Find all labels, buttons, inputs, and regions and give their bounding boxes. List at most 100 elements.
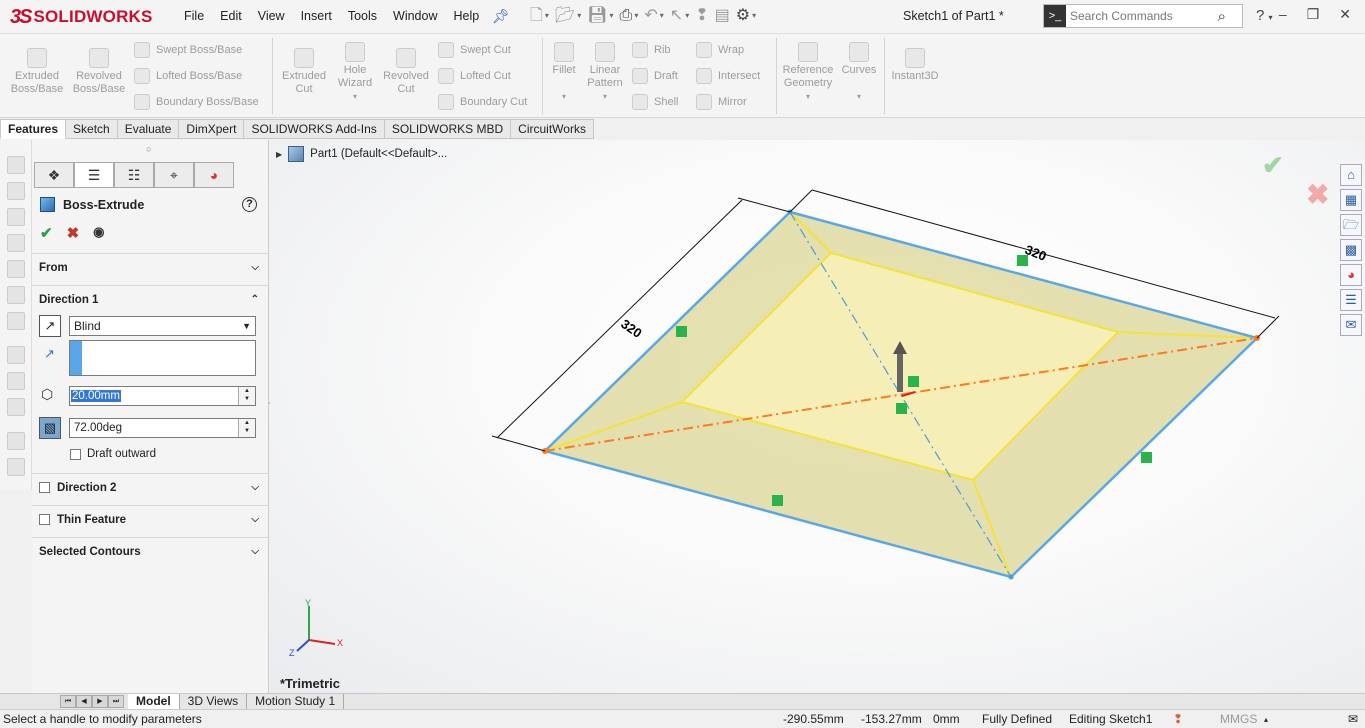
draft-on-off-icon[interactable]: ▧ <box>39 417 61 439</box>
custom-properties-icon[interactable]: ☰ <box>1340 289 1362 311</box>
unit-system[interactable]: MMGS <box>1220 710 1257 728</box>
forum-icon[interactable]: ✉ <box>1340 314 1362 336</box>
wrap-button[interactable]: Wrap <box>696 42 744 58</box>
unit-system-dropdown-icon[interactable]: ▴ <box>1264 710 1268 728</box>
zoom-to-area-icon[interactable]: ⌖ <box>652 140 660 142</box>
thin-feature-group-header[interactable]: Thin Feature ⌵ <box>32 505 269 533</box>
help-dropdown-icon[interactable]: ▾ <box>1269 13 1273 22</box>
cut-shortcut-icon[interactable] <box>7 260 25 278</box>
tab-model[interactable]: Model <box>128 694 180 709</box>
fillet-dropdown-icon[interactable]: ▾ <box>546 90 582 103</box>
boundary-cut-button[interactable]: Boundary Cut <box>438 94 527 110</box>
lofted-boss-button[interactable]: Lofted Boss/Base <box>134 68 242 84</box>
configuration-manager-tab[interactable]: ☷ <box>114 162 154 188</box>
next-tab-icon[interactable]: ▶ <box>92 695 108 708</box>
loft-shortcut-icon[interactable] <box>7 234 25 252</box>
graphics-area[interactable]: 320 320 ⌕ ⌖ ↶ ▧ ✦ ▣▾ ■▾ ◉▾ ● ◒▾ ▭▾ ◧ <box>270 140 1365 693</box>
linear-pattern-dropdown-icon[interactable]: ▾ <box>584 90 626 103</box>
new-icon[interactable]: 🗋 <box>530 6 543 26</box>
options-dropdown-icon[interactable]: ▾ <box>752 6 756 26</box>
draft-outward-checkbox[interactable]: Draft outward <box>70 448 156 460</box>
shell-button[interactable]: Shell <box>632 94 678 110</box>
select-icon[interactable]: ↖ <box>670 6 683 26</box>
view-palette-icon[interactable]: ▩ <box>1340 239 1362 261</box>
last-tab-icon[interactable]: ⏭ <box>108 695 124 708</box>
intersect-button[interactable]: Intersect <box>696 68 760 84</box>
hole-wizard-dropdown-icon[interactable]: ▾ <box>332 90 378 103</box>
draft-button[interactable]: Draft <box>632 68 678 84</box>
vertical-relation-icon[interactable] <box>676 326 687 337</box>
search-commands[interactable]: >_ Search Commands ⌕ <box>1043 4 1243 28</box>
ok-check-icon[interactable]: ✔ <box>40 224 53 242</box>
search-icon[interactable]: ⌕ <box>1218 8 1226 25</box>
prev-tab-icon[interactable]: ◀ <box>76 695 92 708</box>
zoom-to-fit-icon[interactable]: ⌕ <box>638 140 646 142</box>
direction2-checkbox[interactable] <box>39 482 50 493</box>
minimize-icon[interactable]: – <box>1279 6 1287 23</box>
preview-eye-icon[interactable]: ◉ <box>93 224 104 242</box>
midpoint-relation-icon[interactable] <box>908 376 919 387</box>
from-group-header[interactable]: From ⌵ <box>32 253 269 281</box>
open-dropdown-icon[interactable]: ▾ <box>577 6 581 26</box>
direction-selection-box[interactable] <box>69 340 256 376</box>
quick-tips-icon[interactable]: ✉ <box>1348 710 1358 728</box>
selected-contours-group-header[interactable]: Selected Contours ⌵ <box>32 537 269 565</box>
midpoint-relation-icon[interactable] <box>896 403 907 414</box>
revolved-boss-button[interactable]: Revolved Boss/Base <box>70 48 128 96</box>
pattern-shortcut-icon[interactable] <box>7 286 25 304</box>
fillet-shortcut-icon[interactable] <box>7 312 25 330</box>
end-condition-select[interactable]: Blind ▼ <box>69 316 256 336</box>
print-dropdown-icon[interactable]: ▾ <box>634 6 638 26</box>
expand-triangle-icon[interactable]: ▶ <box>276 150 282 159</box>
pin-icon[interactable]: 📌︎ <box>492 8 510 25</box>
tab-features[interactable]: Features <box>0 119 67 139</box>
display-manager-tab[interactable]: ◕ <box>194 162 234 188</box>
menu-file[interactable]: File <box>176 8 212 24</box>
revolved-cut-button[interactable]: Revolved Cut <box>380 48 432 96</box>
rib-button[interactable]: Rib <box>632 42 671 58</box>
view-orientation-icon[interactable]: ▣ <box>724 140 738 142</box>
extruded-boss-button[interactable]: Extruded Boss/Base <box>8 48 66 96</box>
menu-insert[interactable]: Insert <box>293 8 340 24</box>
hide-show-items-icon[interactable]: ◉ <box>779 140 792 142</box>
tab-solidworks-add-ins[interactable]: SOLIDWORKS Add-Ins <box>244 119 385 139</box>
swept-cut-button[interactable]: Swept Cut <box>438 42 511 58</box>
file-explorer-icon[interactable]: 🗁︎ <box>1340 214 1362 236</box>
curves-dropdown-icon[interactable]: ▾ <box>838 90 880 103</box>
horizontal-relation-icon[interactable] <box>1017 255 1028 266</box>
first-tab-icon[interactable]: ⏮ <box>60 695 76 708</box>
apply-scene-icon[interactable]: ◒ <box>824 140 833 142</box>
lofted-cut-button[interactable]: Lofted Cut <box>438 68 511 84</box>
tree-part-label[interactable]: Part1 (Default<<Default>... <box>310 148 447 160</box>
extrude-shortcut-icon[interactable] <box>7 156 25 174</box>
linear-pattern-button[interactable]: Linear Pattern ▾ <box>584 42 626 103</box>
revolve-shortcut-icon[interactable] <box>7 182 25 200</box>
swept-boss-button[interactable]: Swept Boss/Base <box>134 42 242 58</box>
tab-dimxpert[interactable]: DimXpert <box>179 119 245 139</box>
save-dropdown-icon[interactable]: ▾ <box>610 6 614 26</box>
new-dropdown-icon[interactable]: ▾ <box>545 6 549 26</box>
feature-manager-tab[interactable]: ❖ <box>34 162 74 188</box>
options-gear-icon[interactable]: ⚙ <box>736 6 750 26</box>
dimxpert-manager-tab[interactable]: ⌖ <box>154 162 194 188</box>
confirm-corner-ok-icon[interactable]: ✔ <box>1262 150 1284 181</box>
curves-button[interactable]: Curves ▾ <box>838 42 880 103</box>
instant3d-button[interactable]: Instant3D <box>888 48 942 83</box>
tab-evaluate[interactable]: Evaluate <box>117 119 180 139</box>
open-icon[interactable]: 📂︎ <box>555 6 575 26</box>
traffic-light-icon[interactable]: ❢ <box>695 6 708 26</box>
search-input[interactable]: Search Commands <box>1070 9 1218 23</box>
tab-3d-views[interactable]: 3D Views <box>180 694 248 709</box>
file-properties-icon[interactable]: ▤ <box>715 6 730 26</box>
shell-shortcut-icon[interactable] <box>7 432 25 450</box>
reference-geometry-button[interactable]: Reference Geometry ▾ <box>780 42 836 103</box>
solidworks-logo[interactable]: 3S SOLIDWORKS <box>10 6 153 28</box>
mirror-button[interactable]: Mirror <box>696 94 747 110</box>
appearances-icon[interactable]: ◕ <box>1340 264 1362 286</box>
close-icon[interactable]: ✕ <box>1339 6 1351 23</box>
view-settings-icon[interactable]: ▭ <box>849 140 863 142</box>
help-button[interactable]: ? ▾ <box>1256 7 1273 24</box>
reference-geometry-dropdown-icon[interactable]: ▾ <box>780 90 836 103</box>
home-icon[interactable]: ⌂ <box>1340 164 1362 186</box>
menu-window[interactable]: Window <box>385 8 445 24</box>
